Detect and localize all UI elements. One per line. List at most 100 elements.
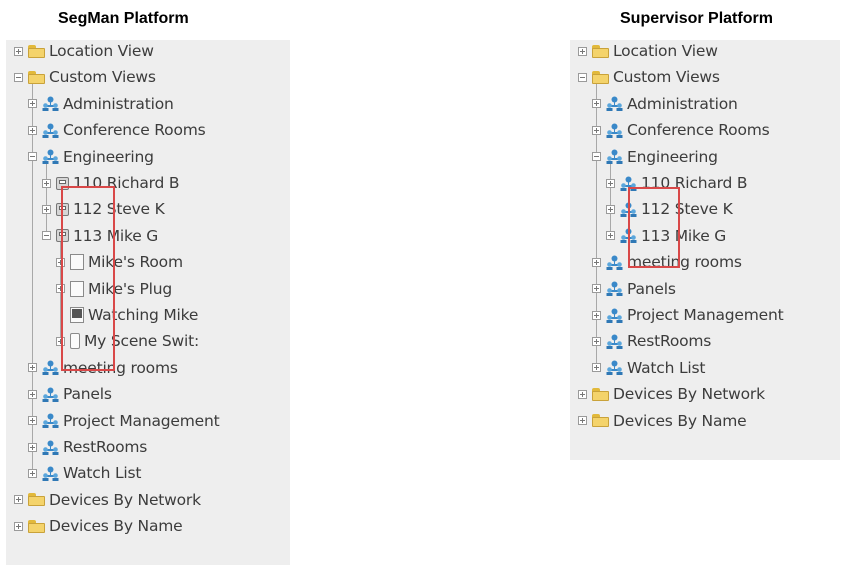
- expand-plus-icon[interactable]: [578, 389, 587, 399]
- folder-icon: [28, 493, 45, 507]
- supervisor-highlight-box: [628, 187, 680, 268]
- tree-item-label: Panels: [63, 385, 112, 404]
- segman-tree-item[interactable]: Custom Views: [14, 64, 156, 90]
- expand-plus-icon[interactable]: [28, 125, 37, 135]
- supervisor-tree-item[interactable]: Panels: [592, 276, 676, 302]
- expand-plus-icon[interactable]: [592, 363, 601, 373]
- collapse-minus-icon[interactable]: [14, 72, 23, 82]
- segman-tree-item[interactable]: Panels: [28, 381, 112, 407]
- folder-icon: [592, 414, 609, 428]
- tree-item-label: Project Management: [627, 306, 784, 324]
- expand-plus-icon[interactable]: [42, 178, 51, 188]
- folder-icon: [28, 519, 45, 533]
- people-icon: [606, 334, 623, 349]
- segman-tree-item[interactable]: Engineering: [28, 144, 154, 170]
- expand-plus-icon[interactable]: [606, 178, 615, 188]
- tree-item-label: Devices By Network: [613, 385, 765, 404]
- collapse-minus-icon[interactable]: [42, 231, 51, 241]
- supervisor-tree-item[interactable]: Administration: [592, 91, 738, 117]
- expand-plus-icon[interactable]: [606, 231, 615, 241]
- tree-item-label: Devices By Name: [49, 517, 183, 536]
- expand-plus-icon[interactable]: [14, 46, 23, 56]
- supervisor-tree-item[interactable]: RestRooms: [592, 328, 711, 354]
- expand-plus-icon[interactable]: [14, 495, 23, 505]
- folder-icon: [592, 387, 609, 401]
- tree-item-label: Location View: [49, 42, 154, 60]
- collapse-minus-icon[interactable]: [28, 152, 37, 162]
- segman-tree-panel: Location View Custom Views Administration C…: [6, 40, 290, 565]
- tree-item-label: Custom Views: [613, 68, 720, 87]
- segman-tree-item[interactable]: Watch List: [28, 460, 141, 486]
- segman-tree-item[interactable]: Project Management: [28, 408, 220, 434]
- tree-item-label: Engineering: [627, 147, 718, 166]
- supervisor-tree-item[interactable]: Engineering: [592, 144, 718, 170]
- supervisor-tree-item[interactable]: Devices By Network: [578, 381, 765, 407]
- expand-plus-icon[interactable]: [592, 284, 601, 294]
- tree-item-label: Devices By Network: [49, 490, 201, 509]
- expand-plus-icon[interactable]: [28, 363, 37, 373]
- expand-plus-icon[interactable]: [42, 204, 51, 214]
- expand-plus-icon[interactable]: [606, 204, 615, 214]
- tree-item-label: RestRooms: [63, 438, 148, 456]
- people-icon: [606, 149, 623, 165]
- segman-tree-item[interactable]: Devices By Network: [14, 487, 201, 513]
- supervisor-tree-item[interactable]: Devices By Name: [578, 408, 747, 434]
- expand-plus-icon[interactable]: [28, 389, 37, 399]
- segman-tree-item[interactable]: Conference Rooms: [28, 117, 206, 143]
- expand-plus-icon[interactable]: [592, 125, 601, 135]
- tree-item-label: RestRooms: [627, 332, 712, 351]
- supervisor-tree-item[interactable]: Project Management: [592, 302, 784, 328]
- people-icon: [42, 387, 59, 402]
- expand-plus-icon[interactable]: [14, 521, 23, 531]
- tree-item-label: Conference Rooms: [627, 121, 770, 140]
- segman-tree-item[interactable]: Devices By Name: [14, 513, 183, 539]
- tree-item-label: Watch List: [627, 358, 706, 377]
- segman-platform-title: SegMan Platform: [58, 10, 189, 27]
- segman-tree-item[interactable]: Administration: [28, 91, 174, 117]
- segman-tree-item[interactable]: RestRooms: [28, 434, 147, 460]
- folder-icon: [592, 70, 609, 84]
- people-icon: [42, 440, 59, 455]
- expand-plus-icon[interactable]: [28, 468, 37, 478]
- folder-icon: [28, 70, 45, 84]
- expand-plus-icon[interactable]: [592, 336, 601, 346]
- people-icon: [42, 96, 59, 112]
- supervisor-platform-title: Supervisor Platform: [620, 10, 773, 27]
- expand-plus-icon[interactable]: [592, 99, 601, 109]
- supervisor-tree-item[interactable]: Location View: [578, 40, 718, 64]
- supervisor-tree-item[interactable]: Custom Views: [578, 64, 720, 90]
- people-icon: [606, 96, 623, 112]
- expand-plus-icon[interactable]: [592, 257, 601, 267]
- people-icon: [42, 123, 59, 138]
- tree-item-label: Administration: [627, 94, 738, 113]
- people-icon: [42, 360, 59, 376]
- expand-plus-icon[interactable]: [28, 442, 37, 452]
- expand-plus-icon[interactable]: [28, 99, 37, 109]
- folder-icon: [592, 44, 609, 58]
- collapse-minus-icon[interactable]: [592, 152, 601, 162]
- people-icon: [42, 413, 59, 429]
- collapse-minus-icon[interactable]: [578, 72, 587, 82]
- segman-highlight-box: [61, 186, 115, 371]
- segman-tree-item[interactable]: Location View: [14, 40, 154, 64]
- people-icon: [606, 255, 623, 270]
- supervisor-tree-item[interactable]: Conference Rooms: [592, 117, 770, 143]
- tree-item-label: Conference Rooms: [63, 121, 206, 140]
- expand-plus-icon[interactable]: [578, 416, 587, 426]
- people-icon: [42, 149, 59, 165]
- supervisor-tree-item[interactable]: Watch List: [592, 355, 705, 381]
- expand-plus-icon[interactable]: [578, 46, 587, 56]
- tree-item-label: Devices By Name: [613, 411, 747, 430]
- tree-item-label: Watch List: [63, 464, 142, 483]
- people-icon: [606, 281, 623, 297]
- people-icon: [606, 360, 623, 376]
- people-icon: [42, 466, 59, 481]
- tree-item-label: Administration: [63, 94, 174, 113]
- supervisor-tree-panel: Location View Custom Views Administration C…: [570, 40, 840, 460]
- tree-item-label: Location View: [613, 42, 718, 60]
- people-icon: [606, 123, 623, 138]
- expand-plus-icon[interactable]: [592, 310, 601, 320]
- tree-item-label: Panels: [627, 279, 676, 298]
- people-icon: [606, 308, 623, 323]
- expand-plus-icon[interactable]: [28, 416, 37, 426]
